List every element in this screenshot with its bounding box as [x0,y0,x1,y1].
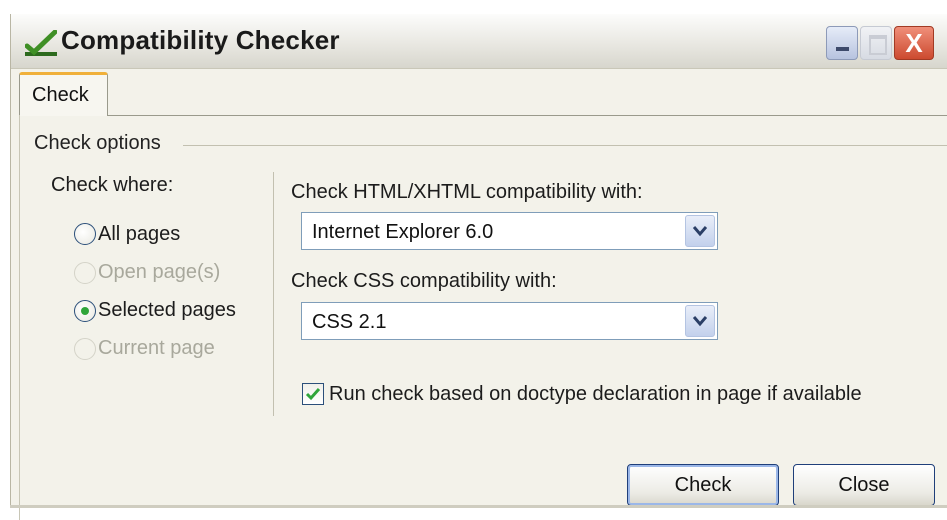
check-button[interactable]: Check [627,464,779,506]
html-compat-value: Internet Explorer 6.0 [312,221,494,243]
close-icon: X [905,28,923,58]
radio-current-page-label: Current page [98,337,215,359]
html-compat-dropdown-button[interactable] [685,215,715,247]
tab-strip-border [107,115,947,116]
group-divider [183,145,947,146]
checkmark-icon [25,30,57,56]
radio-selected-dot [81,307,89,315]
compatibility-checker-window: Compatibility Checker X Check Check opti… [10,14,947,520]
minimize-button[interactable] [826,26,858,60]
radio-all-pages[interactable] [74,223,96,245]
window-bottom-edge [10,505,947,508]
radio-open-pages [74,262,96,284]
radio-selected-pages-label[interactable]: Selected pages [98,299,236,322]
checkmark-icon [305,388,321,401]
html-compat-select[interactable]: Internet Explorer 6.0 [301,212,718,250]
doctype-checkbox-label[interactable]: Run check based on doctype declaration i… [329,383,862,406]
panel-border [19,115,20,520]
css-compat-dropdown-button[interactable] [685,305,715,337]
check-where-label: Check where: [51,174,174,196]
maximize-button[interactable] [860,26,892,60]
window-title: Compatibility Checker [61,25,340,55]
tab-check-label: Check [32,84,89,106]
close-button[interactable]: Close [793,464,935,506]
html-compat-label: Check HTML/XHTML compatibility with: [291,181,643,203]
title-bar[interactable]: Compatibility Checker X [11,14,947,69]
vertical-divider [273,172,274,416]
css-compat-select[interactable]: CSS 2.1 [301,302,718,340]
check-options-heading: Check options [34,132,161,154]
css-compat-value: CSS 2.1 [312,311,387,333]
css-compat-label: Check CSS compatibility with: [291,270,557,292]
radio-selected-pages[interactable] [74,300,96,322]
radio-open-pages-label: Open page(s) [98,261,221,283]
chevron-down-icon [693,316,707,327]
doctype-checkbox[interactable] [302,383,324,405]
chevron-down-icon [693,226,707,237]
radio-current-page [74,338,96,360]
tab-check[interactable]: Check [19,72,108,116]
radio-all-pages-label[interactable]: All pages [98,223,180,246]
close-window-button[interactable]: X [894,26,934,60]
